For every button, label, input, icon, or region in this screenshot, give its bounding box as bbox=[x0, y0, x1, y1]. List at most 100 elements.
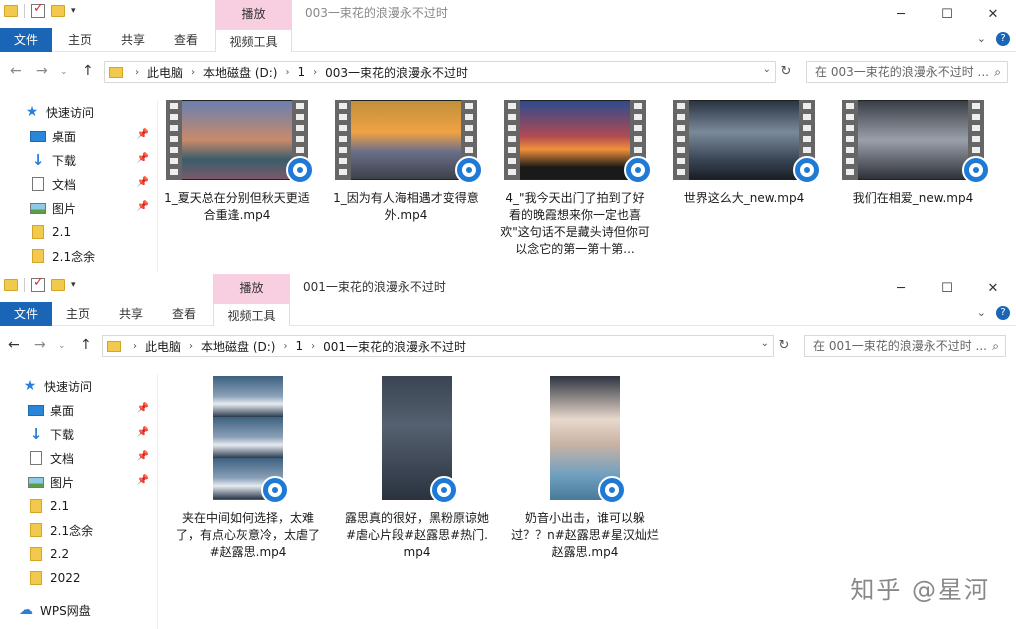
sidebar-item-folder-2-1[interactable]: 2.1 bbox=[0, 494, 157, 518]
chevron-right-icon[interactable]: › bbox=[279, 341, 291, 352]
refresh-icon[interactable]: ↻ bbox=[776, 62, 796, 82]
chevron-right-icon[interactable]: › bbox=[309, 67, 321, 78]
tab-video-tools[interactable]: 视频工具 bbox=[215, 28, 292, 52]
address-dropdown-icon[interactable]: ⌄ bbox=[761, 338, 769, 349]
sidebar-item-documents[interactable]: 文档 📌 bbox=[0, 172, 157, 196]
file-item[interactable]: 1_因为有人海相遇才变得意外.mp4 bbox=[331, 100, 483, 224]
sidebar-item-pictures[interactable]: 图片 📌 bbox=[0, 196, 157, 220]
up-arrow-icon[interactable]: ↑ bbox=[80, 337, 92, 353]
file-item[interactable]: 露思真的很好，黑粉原谅她#虐心片段#赵露思#热门.mp4 bbox=[342, 376, 492, 561]
sidebar-item-folder-2022[interactable]: 2022 bbox=[0, 566, 157, 590]
sidebar-item-quick-access[interactable]: ★ 快速访问 bbox=[0, 374, 157, 398]
forward-arrow-icon[interactable]: → bbox=[36, 63, 48, 79]
properties-icon[interactable] bbox=[31, 275, 45, 292]
search-icon[interactable]: ⌕ bbox=[994, 62, 1001, 82]
maximize-icon[interactable]: ☐ bbox=[924, 274, 970, 302]
file-item[interactable]: 4_"我今天出门了拍到了好看的晚霞想来你一定也喜欢"这句话不是藏头诗但你可以念它… bbox=[500, 100, 652, 258]
back-arrow-icon[interactable]: ← bbox=[10, 63, 22, 79]
chevron-right-icon[interactable]: › bbox=[281, 67, 293, 78]
sidebar-item-documents[interactable]: 文档 📌 bbox=[0, 446, 157, 470]
tab-video-tools[interactable]: 视频工具 bbox=[213, 302, 290, 326]
maximize-icon[interactable]: ☐ bbox=[924, 0, 970, 28]
tab-share[interactable]: 共享 bbox=[111, 302, 151, 326]
file-item[interactable]: 1_夏天总在分别但秋天更适合重逢.mp4 bbox=[162, 100, 314, 224]
breadcrumb-folder-1[interactable]: 1 bbox=[291, 339, 307, 353]
tab-play-context[interactable]: 播放 bbox=[215, 0, 292, 28]
tab-file[interactable]: 文件 bbox=[0, 28, 52, 52]
pin-icon[interactable]: 📌 bbox=[137, 129, 149, 140]
pin-icon[interactable]: 📌 bbox=[137, 451, 149, 462]
recent-dropdown-icon[interactable]: ⌄ bbox=[60, 67, 68, 77]
tab-share[interactable]: 共享 bbox=[113, 28, 153, 52]
sidebar-item-folder-2-1-nianyu[interactable]: 2.1念余 bbox=[0, 244, 157, 268]
refresh-icon[interactable]: ↻ bbox=[774, 336, 794, 356]
pin-icon[interactable]: 📌 bbox=[137, 153, 149, 164]
sidebar-item-folder-2-1-nianyu[interactable]: 2.1念余 bbox=[0, 518, 157, 542]
search-icon[interactable]: ⌕ bbox=[992, 336, 999, 356]
sidebar-item-wps-drive[interactable]: ☁ WPS网盘 bbox=[0, 598, 157, 622]
recent-dropdown-icon[interactable]: ⌄ bbox=[58, 341, 66, 351]
sidebar-item-desktop[interactable]: 桌面 📌 bbox=[0, 124, 157, 148]
tab-file[interactable]: 文件 bbox=[0, 302, 52, 326]
address-bar[interactable]: › 此电脑 › 本地磁盘 (D:) › 1 › 003一束花的浪漫永不过时 ⌄ bbox=[104, 61, 776, 83]
tab-home[interactable]: 主页 bbox=[60, 28, 100, 52]
chevron-right-icon[interactable]: › bbox=[129, 341, 141, 352]
pin-icon[interactable]: 📌 bbox=[137, 201, 149, 212]
sidebar-item-folder-2-1[interactable]: 2.1 bbox=[0, 220, 157, 244]
customize-dropdown-icon[interactable]: ▾ bbox=[71, 6, 76, 16]
chevron-right-icon[interactable]: › bbox=[131, 67, 143, 78]
chevron-right-icon[interactable]: › bbox=[185, 341, 197, 352]
search-input[interactable]: 在 003一束花的浪漫永不过时 ... ⌕ bbox=[806, 61, 1008, 83]
tab-home[interactable]: 主页 bbox=[58, 302, 98, 326]
new-folder-icon[interactable] bbox=[51, 279, 65, 291]
file-item[interactable]: 我们在相爱_new.mp4 bbox=[838, 100, 990, 207]
sidebar-item-downloads[interactable]: ↓ 下载 📌 bbox=[0, 148, 157, 172]
sidebar-item-quick-access[interactable]: ★ 快速访问 bbox=[0, 100, 157, 124]
sidebar-item-pictures[interactable]: 图片 📌 bbox=[0, 470, 157, 494]
chevron-right-icon[interactable]: › bbox=[187, 67, 199, 78]
sidebar-item-downloads[interactable]: ↓ 下载 📌 bbox=[0, 422, 157, 446]
address-dropdown-icon[interactable]: ⌄ bbox=[763, 64, 771, 75]
close-icon[interactable]: ✕ bbox=[970, 274, 1016, 302]
sidebar-item-desktop[interactable]: 桌面 📌 bbox=[0, 398, 157, 422]
pin-icon[interactable]: 📌 bbox=[137, 403, 149, 414]
breadcrumb-this-pc[interactable]: 此电脑 bbox=[143, 64, 187, 81]
chevron-right-icon[interactable]: › bbox=[307, 341, 319, 352]
minimize-icon[interactable]: ─ bbox=[878, 274, 924, 302]
pin-icon[interactable]: 📌 bbox=[137, 427, 149, 438]
tab-view[interactable]: 查看 bbox=[166, 28, 206, 52]
folder-icon bbox=[30, 571, 42, 585]
close-icon[interactable]: ✕ bbox=[970, 0, 1016, 28]
back-arrow-icon[interactable]: ← bbox=[8, 337, 20, 353]
file-item[interactable]: 世界这么大_new.mp4 bbox=[669, 100, 821, 207]
customize-dropdown-icon[interactable]: ▾ bbox=[71, 280, 76, 290]
tab-play-context[interactable]: 播放 bbox=[213, 274, 290, 302]
search-input[interactable]: 在 001一束花的浪漫永不过时 ... ⌕ bbox=[804, 335, 1006, 357]
help-icon[interactable]: ? bbox=[996, 306, 1010, 320]
breadcrumb-local-disk[interactable]: 本地磁盘 (D:) bbox=[199, 64, 281, 81]
properties-icon[interactable] bbox=[31, 1, 45, 18]
file-item[interactable]: 夹在中间如何选择，太难了，有点心灰意冷，太虐了#赵露思.mp4 bbox=[173, 376, 323, 561]
video-player-icon bbox=[598, 476, 626, 504]
up-arrow-icon[interactable]: ↑ bbox=[82, 63, 94, 79]
address-bar[interactable]: › 此电脑 › 本地磁盘 (D:) › 1 › 001一束花的浪漫永不过时 ⌄ bbox=[102, 335, 774, 357]
file-item[interactable]: 奶音小出击，谁可以躲过？？n#赵露思#星汉灿烂赵露思.mp4 bbox=[510, 376, 660, 561]
tab-view[interactable]: 查看 bbox=[164, 302, 204, 326]
breadcrumb-current-folder[interactable]: 001一束花的浪漫永不过时 bbox=[319, 338, 470, 355]
breadcrumb-this-pc[interactable]: 此电脑 bbox=[141, 338, 185, 355]
pin-icon[interactable]: 📌 bbox=[137, 475, 149, 486]
breadcrumb-current-folder[interactable]: 003一束花的浪漫永不过时 bbox=[321, 64, 472, 81]
folder-icon bbox=[30, 523, 42, 537]
expand-ribbon-icon[interactable]: ⌄ bbox=[977, 306, 986, 320]
breadcrumb-folder-1[interactable]: 1 bbox=[293, 65, 309, 79]
folder-icon[interactable] bbox=[4, 5, 18, 17]
sidebar-item-folder-2-2[interactable]: 2.2 bbox=[0, 542, 157, 566]
forward-arrow-icon[interactable]: → bbox=[34, 337, 46, 353]
new-folder-icon[interactable] bbox=[51, 5, 65, 17]
folder-icon[interactable] bbox=[4, 279, 18, 291]
help-icon[interactable]: ? bbox=[996, 32, 1010, 46]
breadcrumb-local-disk[interactable]: 本地磁盘 (D:) bbox=[197, 338, 279, 355]
minimize-icon[interactable]: ─ bbox=[878, 0, 924, 28]
pin-icon[interactable]: 📌 bbox=[137, 177, 149, 188]
expand-ribbon-icon[interactable]: ⌄ bbox=[977, 32, 986, 46]
